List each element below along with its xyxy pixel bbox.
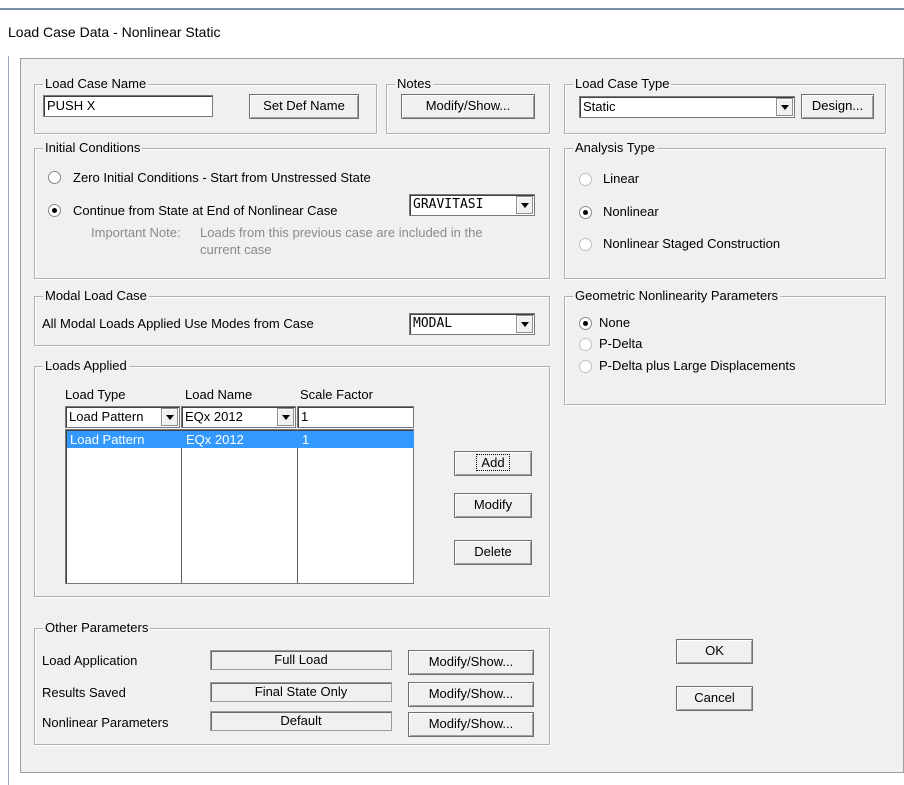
analysis-nonlinear-label[interactable]: Nonlinear — [603, 204, 659, 220]
title-bar[interactable]: Load Case Data - Nonlinear Static — [0, 0, 904, 56]
load-case-name-input[interactable]: PUSH X — [43, 95, 213, 117]
modify-button-label: Modify — [473, 497, 513, 512]
notes-modify-show-button[interactable]: Modify/Show... — [401, 94, 535, 119]
zero-initial-label[interactable]: Zero Initial Conditions - Start from Uns… — [73, 170, 371, 186]
geo-none-radio[interactable] — [579, 317, 592, 330]
nonlinear-parameters-modify-label: Modify/Show... — [428, 716, 514, 731]
modify-button[interactable]: Modify — [454, 493, 532, 518]
set-def-name-button[interactable]: Set Def Name — [249, 94, 359, 119]
analysis-staged-label[interactable]: Nonlinear Staged Construction — [603, 236, 780, 252]
modal-load-case-label: All Modal Loads Applied Use Modes from C… — [42, 316, 314, 331]
chevron-down-icon[interactable] — [776, 98, 793, 116]
geo-none-label[interactable]: None — [599, 315, 630, 331]
set-def-name-label: Set Def Name — [263, 98, 345, 113]
load-case-type-value: Static — [583, 99, 616, 114]
geometric-nonlinearity-group: Geometric Nonlinearity Parameters None P… — [564, 288, 886, 405]
cancel-button[interactable]: Cancel — [676, 686, 753, 711]
analysis-linear-radio[interactable] — [579, 173, 592, 186]
important-note-line1: Loads from this previous case are includ… — [200, 225, 483, 240]
important-note-label: Important Note: — [91, 225, 181, 240]
modal-case-select[interactable]: MODAL — [409, 313, 535, 335]
important-note-line2: current case — [200, 242, 272, 257]
analysis-type-group-label: Analysis Type — [573, 140, 657, 156]
geo-pdelta-large-label[interactable]: P-Delta plus Large Displacements — [599, 358, 796, 374]
row-load-type: Load Pattern — [70, 432, 145, 447]
cancel-button-label: Cancel — [694, 690, 735, 705]
analysis-type-group: Analysis Type Linear Nonlinear Nonlinear… — [564, 140, 886, 279]
load-name-select[interactable]: EQx 2012 — [181, 406, 296, 428]
load-case-name-group-label: Load Case Name — [43, 76, 149, 92]
load-case-dialog: Load Case Data - Nonlinear Static Load C… — [0, 0, 904, 785]
chevron-down-icon[interactable] — [516, 315, 533, 333]
other-parameters-group: Other Parameters Load Application Full L… — [34, 620, 550, 745]
header-load-type: Load Type — [65, 387, 126, 402]
modal-load-case-group: Modal Load Case All Modal Loads Applied … — [34, 288, 550, 346]
list-column-divider — [181, 430, 182, 583]
continue-case-select[interactable]: GRAVITASI — [409, 194, 535, 216]
list-column-divider — [297, 430, 298, 583]
continue-from-state-label[interactable]: Continue from State at End of Nonlinear … — [73, 203, 337, 219]
ok-button[interactable]: OK — [676, 639, 753, 664]
add-button-label: Add — [476, 454, 510, 471]
load-application-modify-button[interactable]: Modify/Show... — [408, 650, 534, 675]
notes-group: Notes Modify/Show... — [386, 76, 550, 134]
geo-pdelta-radio[interactable] — [579, 338, 592, 351]
loads-applied-group-label: Loads Applied — [43, 358, 129, 374]
analysis-staged-radio[interactable] — [579, 238, 592, 251]
window-title: Load Case Data - Nonlinear Static — [8, 24, 221, 40]
notes-modify-show-label: Modify/Show... — [425, 98, 511, 113]
results-saved-modify-button[interactable]: Modify/Show... — [408, 682, 534, 707]
loads-list[interactable]: Load Pattern EQx 2012 1 — [65, 429, 414, 584]
load-application-label: Load Application — [42, 653, 138, 668]
other-parameters-group-label: Other Parameters — [43, 620, 151, 636]
load-case-name-group: Load Case Name PUSH X Set Def Name — [34, 76, 377, 134]
window-left-border — [8, 56, 9, 785]
analysis-nonlinear-radio[interactable] — [579, 206, 592, 219]
chevron-down-icon[interactable] — [161, 408, 178, 426]
load-name-value: EQx 2012 — [185, 409, 243, 424]
add-button[interactable]: Add — [454, 451, 532, 476]
load-case-type-select[interactable]: Static — [579, 96, 795, 118]
initial-conditions-group-label: Initial Conditions — [43, 140, 143, 156]
table-row[interactable]: Load Pattern EQx 2012 1 — [67, 431, 414, 448]
results-saved-modify-label: Modify/Show... — [428, 686, 514, 701]
analysis-linear-label[interactable]: Linear — [603, 171, 639, 187]
modal-load-case-group-label: Modal Load Case — [43, 288, 149, 304]
row-scale-factor: 1 — [302, 432, 310, 447]
zero-initial-radio[interactable] — [48, 171, 61, 184]
design-button[interactable]: Design... — [801, 94, 874, 119]
dialog-client-area: Load Case Name PUSH X Set Def Name Notes… — [20, 58, 904, 773]
results-saved-value: Final State Only — [210, 682, 392, 702]
continue-from-state-radio[interactable] — [48, 204, 61, 217]
header-scale-factor: Scale Factor — [300, 387, 373, 402]
continue-case-value: GRAVITASI — [413, 197, 484, 212]
load-type-select[interactable]: Load Pattern — [65, 406, 180, 428]
nonlinear-parameters-label: Nonlinear Parameters — [42, 715, 169, 730]
geo-pdelta-label[interactable]: P-Delta — [599, 336, 642, 352]
modal-case-value: MODAL — [413, 316, 453, 331]
load-type-value: Load Pattern — [69, 409, 144, 424]
row-load-name: EQx 2012 — [186, 432, 244, 447]
geometric-nonlinearity-group-label: Geometric Nonlinearity Parameters — [573, 288, 781, 304]
initial-conditions-group: Initial Conditions Zero Initial Conditio… — [34, 140, 550, 279]
geo-pdelta-large-radio[interactable] — [579, 360, 592, 373]
ok-button-label: OK — [705, 643, 724, 658]
delete-button[interactable]: Delete — [454, 540, 532, 565]
chevron-down-icon[interactable] — [277, 408, 294, 426]
load-application-value: Full Load — [210, 650, 392, 670]
load-case-type-group: Load Case Type Static Design... — [564, 76, 886, 134]
scale-factor-input[interactable]: 1 — [297, 406, 414, 428]
chevron-down-icon[interactable] — [516, 196, 533, 214]
window-top-border — [0, 8, 904, 10]
header-load-name: Load Name — [185, 387, 253, 402]
results-saved-label: Results Saved — [42, 685, 126, 700]
notes-group-label: Notes — [395, 76, 433, 92]
nonlinear-parameters-modify-button[interactable]: Modify/Show... — [408, 712, 534, 737]
load-application-modify-label: Modify/Show... — [428, 654, 514, 669]
load-case-type-group-label: Load Case Type — [573, 76, 672, 92]
design-button-label: Design... — [811, 98, 864, 113]
nonlinear-parameters-value: Default — [210, 711, 392, 731]
delete-button-label: Delete — [474, 544, 512, 559]
loads-applied-group: Loads Applied Load Type Load Name Scale … — [34, 358, 550, 597]
